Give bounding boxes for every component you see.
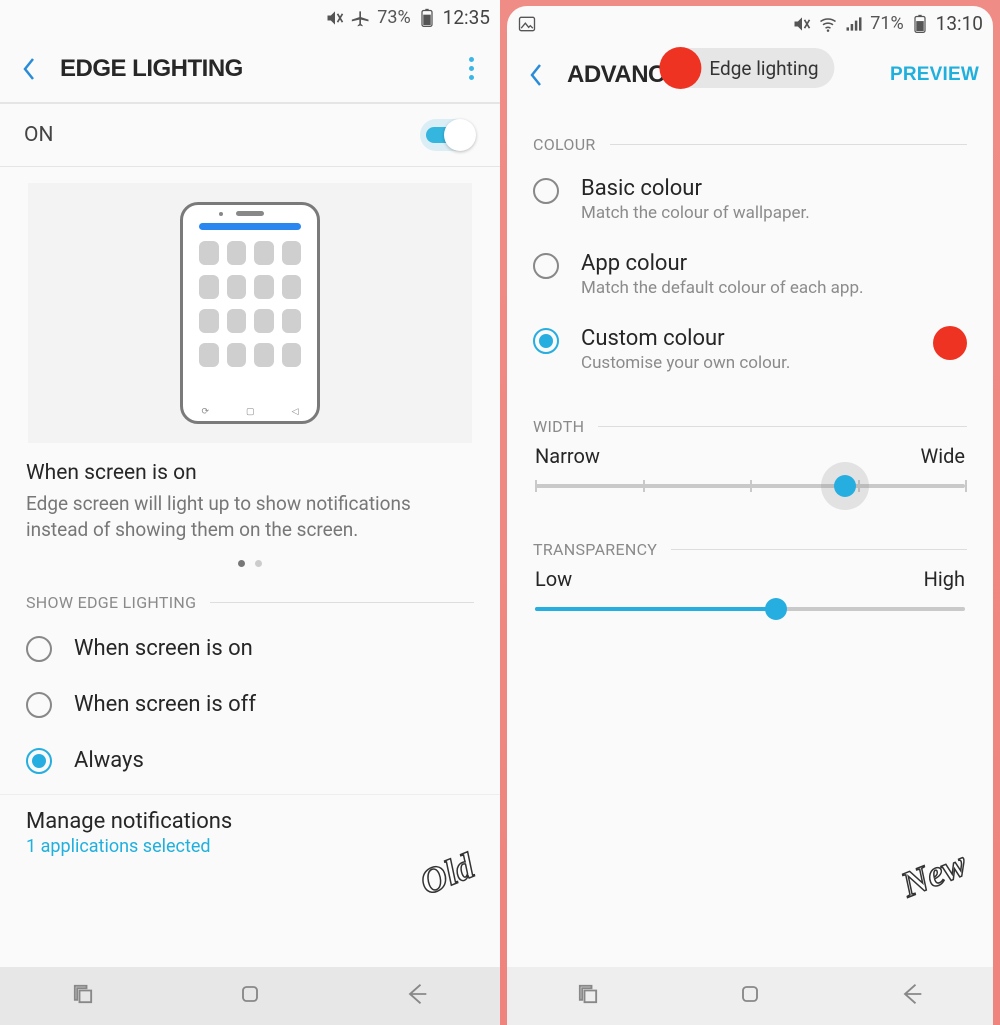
- battery-icon: [417, 8, 437, 28]
- slider-thumb[interactable]: [765, 598, 787, 620]
- radio-icon: [533, 328, 559, 354]
- recents-button[interactable]: [69, 980, 97, 1012]
- mute-icon: [325, 8, 345, 28]
- wifi-icon: [818, 14, 838, 34]
- back-button[interactable]: [14, 54, 44, 84]
- radio-icon: [26, 692, 52, 718]
- radio-always[interactable]: Always: [0, 732, 500, 788]
- watermark-new: New: [896, 842, 973, 906]
- radio-custom-colour[interactable]: Custom colour Customise your own colour.: [507, 312, 993, 387]
- radio-basic-colour[interactable]: Basic colour Match the colour of wallpap…: [507, 162, 993, 237]
- radio-icon: [533, 253, 559, 279]
- preview-button[interactable]: PREVIEW: [890, 64, 979, 86]
- radio-icon: [533, 178, 559, 204]
- radio-screen-on[interactable]: When screen is on: [0, 620, 500, 676]
- phone-mock-illustration: ⟳▢◁: [180, 202, 320, 424]
- status-bar: 73% 12:35: [0, 0, 500, 35]
- battery-percent: 73%: [377, 7, 410, 28]
- phone-old: 73% 12:35 EDGE LIGHTING ON ⟳▢◁ When sc: [0, 0, 500, 1025]
- caption-body: Edge screen will light up to show notifi…: [26, 491, 474, 542]
- clock-time: 13:10: [936, 12, 983, 35]
- master-toggle-row[interactable]: ON: [0, 103, 500, 167]
- width-slider[interactable]: Narrow Wide: [507, 444, 993, 514]
- battery-icon: [910, 14, 930, 34]
- radio-screen-off[interactable]: When screen is off: [0, 676, 500, 732]
- page-title: EDGE LIGHTING: [60, 55, 243, 83]
- airplane-icon: [351, 8, 371, 28]
- recents-button[interactable]: [574, 980, 602, 1012]
- back-nav-button[interactable]: [403, 980, 431, 1012]
- signal-icon: [844, 14, 864, 34]
- section-width: WIDTH: [533, 417, 584, 436]
- phone-new: 71% 13:10 ADVANCED PREVIEW Edge lighting…: [500, 0, 1000, 1025]
- more-menu-button[interactable]: [456, 54, 486, 84]
- back-nav-button[interactable]: [898, 980, 926, 1012]
- picture-icon: [517, 14, 537, 34]
- battery-percent: 71%: [870, 13, 903, 34]
- radio-icon: [26, 748, 52, 774]
- radio-icon: [26, 636, 52, 662]
- pill-colour-dot: [659, 47, 701, 89]
- back-button[interactable]: [521, 60, 551, 90]
- mute-icon: [792, 14, 812, 34]
- section-show-edge: SHOW EDGE LIGHTING: [26, 593, 196, 612]
- section-transparency: TRANSPARENCY: [533, 540, 657, 559]
- section-colour: COLOUR: [533, 135, 596, 154]
- master-toggle-label: ON: [24, 123, 53, 147]
- master-switch[interactable]: [420, 119, 476, 151]
- status-bar: 71% 13:10: [507, 6, 993, 41]
- manage-notifications[interactable]: Manage notifications 1 applications sele…: [0, 794, 500, 861]
- caption-heading: When screen is on: [26, 461, 474, 485]
- home-button[interactable]: [736, 980, 764, 1012]
- system-nav-bar: [0, 967, 500, 1025]
- clock-time: 12:35: [443, 6, 490, 29]
- illustration: ⟳▢◁ When screen is on Edge screen will l…: [0, 167, 500, 587]
- slider-thumb[interactable]: [834, 475, 856, 497]
- custom-colour-swatch[interactable]: [933, 326, 967, 360]
- page-indicator[interactable]: [238, 552, 262, 587]
- app-header: EDGE LIGHTING: [0, 35, 500, 103]
- pill-edge-lighting[interactable]: Edge lighting: [665, 48, 834, 88]
- system-nav-bar: [507, 967, 993, 1025]
- transparency-slider[interactable]: Low High: [507, 567, 993, 637]
- home-button[interactable]: [236, 980, 264, 1012]
- radio-app-colour[interactable]: App colour Match the default colour of e…: [507, 237, 993, 312]
